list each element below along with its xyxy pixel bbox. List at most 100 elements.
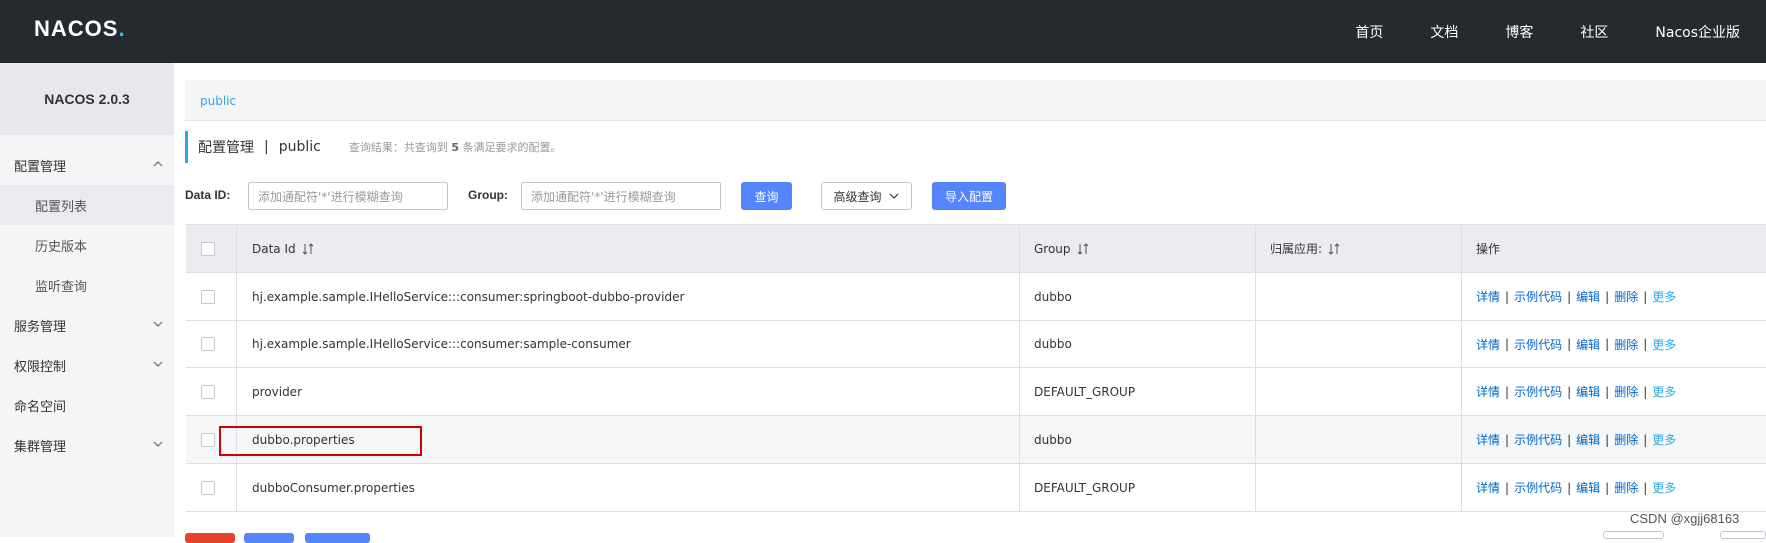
- op-separator: |: [1643, 384, 1648, 399]
- row-checkbox[interactable]: [201, 432, 215, 447]
- pager-control[interactable]: [1720, 531, 1766, 539]
- cell-dataid: provider: [252, 384, 302, 399]
- chevron-up-icon: [153, 161, 163, 167]
- column-divider: [1461, 416, 1462, 463]
- sort-icon[interactable]: [302, 242, 314, 255]
- group-input[interactable]: 添加通配符'*'进行模糊查询: [521, 182, 721, 210]
- nav-enterprise[interactable]: Nacos企业版: [1655, 22, 1740, 42]
- sidebar-item-cluster[interactable]: 集群管理: [0, 425, 174, 465]
- nav-home[interactable]: 首页: [1355, 22, 1383, 42]
- namespace-tab-public[interactable]: public: [200, 94, 236, 108]
- sort-icon[interactable]: [1077, 242, 1089, 255]
- chevron-down-icon: [889, 193, 898, 199]
- select-all-checkbox[interactable]: [201, 241, 215, 256]
- sample-code-link[interactable]: 示例代码: [1514, 383, 1562, 400]
- column-header-group[interactable]: Group: [1034, 225, 1089, 272]
- row-checkbox[interactable]: [201, 480, 215, 495]
- dataid-input[interactable]: 添加通配符'*'进行模糊查询: [248, 182, 448, 210]
- more-link[interactable]: 更多: [1652, 336, 1676, 353]
- sidebar-item-config-list[interactable]: 配置列表: [0, 185, 174, 225]
- cell-group: dubbo: [1034, 289, 1072, 304]
- op-separator: |: [1605, 480, 1610, 495]
- op-separator: |: [1567, 480, 1572, 495]
- import-config-button[interactable]: 导入配置: [932, 182, 1006, 210]
- column-divider: [236, 464, 237, 511]
- detail-link[interactable]: 详情: [1476, 336, 1500, 353]
- detail-link[interactable]: 详情: [1476, 288, 1500, 305]
- column-divider: [1019, 321, 1020, 367]
- op-separator: |: [1567, 289, 1572, 304]
- export-button[interactable]: [244, 533, 294, 543]
- header-checkbox-cell: [201, 225, 215, 272]
- sidebar-item-permission[interactable]: 权限控制: [0, 345, 174, 385]
- more-link[interactable]: 更多: [1652, 431, 1676, 448]
- cell-operations: 详情 | 示例代码 | 编辑 | 删除 | 更多: [1476, 416, 1676, 463]
- cell-group: dubbo: [1034, 337, 1072, 351]
- nav-docs[interactable]: 文档: [1430, 22, 1458, 42]
- column-divider: [1461, 225, 1462, 272]
- op-separator: |: [1605, 289, 1610, 304]
- op-separator: |: [1605, 337, 1610, 351]
- delete-link[interactable]: 删除: [1614, 479, 1638, 496]
- detail-link[interactable]: 详情: [1476, 431, 1500, 448]
- sidebar-item-listener-query[interactable]: 监听查询: [0, 265, 174, 305]
- sidebar: NACOS 2.0.3 配置管理 配置列表 历史版本 监听查询 服务管理 权限控…: [0, 63, 174, 537]
- edit-link[interactable]: 编辑: [1576, 431, 1600, 448]
- column-header-ops: 操作: [1476, 225, 1500, 272]
- row-checkbox[interactable]: [201, 337, 215, 351]
- sample-code-link[interactable]: 示例代码: [1514, 336, 1562, 353]
- advanced-query-button[interactable]: 高级查询: [821, 182, 912, 210]
- column-divider: [1461, 368, 1462, 415]
- table-row: hj.example.sample.IHelloService:::consum…: [186, 273, 1766, 321]
- group-label: Group:: [468, 188, 508, 202]
- column-header-app[interactable]: 归属应用:: [1270, 225, 1340, 272]
- breadcrumb: public: [185, 80, 1766, 121]
- column-header-dataid[interactable]: Data Id: [252, 225, 314, 272]
- column-divider: [1255, 416, 1256, 463]
- result-count: 5: [451, 141, 459, 154]
- cell-dataid: hj.example.sample.IHelloService:::consum…: [252, 289, 685, 304]
- pager-control[interactable]: [1603, 531, 1664, 539]
- more-link[interactable]: 更多: [1652, 383, 1676, 400]
- row-checkbox[interactable]: [201, 384, 215, 399]
- edit-link[interactable]: 编辑: [1576, 288, 1600, 305]
- sidebar-item-history[interactable]: 历史版本: [0, 225, 174, 265]
- edit-link[interactable]: 编辑: [1576, 479, 1600, 496]
- edit-link[interactable]: 编辑: [1576, 336, 1600, 353]
- sample-code-link[interactable]: 示例代码: [1514, 431, 1562, 448]
- edit-link[interactable]: 编辑: [1576, 383, 1600, 400]
- more-link[interactable]: 更多: [1652, 288, 1676, 305]
- sidebar-item-service-management[interactable]: 服务管理: [0, 305, 174, 345]
- op-separator: |: [1567, 432, 1572, 447]
- delete-link[interactable]: 删除: [1614, 431, 1638, 448]
- query-button[interactable]: 查询: [741, 182, 792, 210]
- delete-button[interactable]: [185, 533, 235, 543]
- export-new-button[interactable]: [305, 533, 370, 543]
- detail-link[interactable]: 详情: [1476, 383, 1500, 400]
- highlight-box: [219, 426, 422, 456]
- op-separator: |: [1505, 480, 1510, 495]
- page-title: 配置管理: [198, 140, 254, 156]
- sort-icon[interactable]: [1328, 242, 1340, 255]
- delete-link[interactable]: 删除: [1614, 336, 1638, 353]
- nav-community[interactable]: 社区: [1580, 22, 1608, 42]
- column-label: Data Id: [252, 241, 296, 256]
- sidebar-item-label: 监听查询: [35, 279, 88, 295]
- delete-link[interactable]: 删除: [1614, 383, 1638, 400]
- row-checkbox[interactable]: [201, 289, 215, 304]
- delete-link[interactable]: 删除: [1614, 288, 1638, 305]
- row-checkbox-cell: [201, 321, 215, 367]
- sample-code-link[interactable]: 示例代码: [1514, 479, 1562, 496]
- sidebar-item-config-management[interactable]: 配置管理: [0, 145, 174, 185]
- result-prefix: 查询结果：共查询到: [348, 141, 448, 154]
- advanced-query-label: 高级查询: [833, 189, 882, 204]
- column-divider: [1255, 225, 1256, 272]
- nav-blog[interactable]: 博客: [1505, 22, 1533, 42]
- sidebar-item-namespace[interactable]: 命名空间: [0, 385, 174, 425]
- detail-link[interactable]: 详情: [1476, 479, 1500, 496]
- nacos-logo[interactable]: NACOS.: [34, 16, 126, 42]
- version-label: NACOS 2.0.3: [0, 63, 174, 135]
- op-separator: |: [1505, 289, 1510, 304]
- sample-code-link[interactable]: 示例代码: [1514, 288, 1562, 305]
- more-link[interactable]: 更多: [1652, 479, 1676, 496]
